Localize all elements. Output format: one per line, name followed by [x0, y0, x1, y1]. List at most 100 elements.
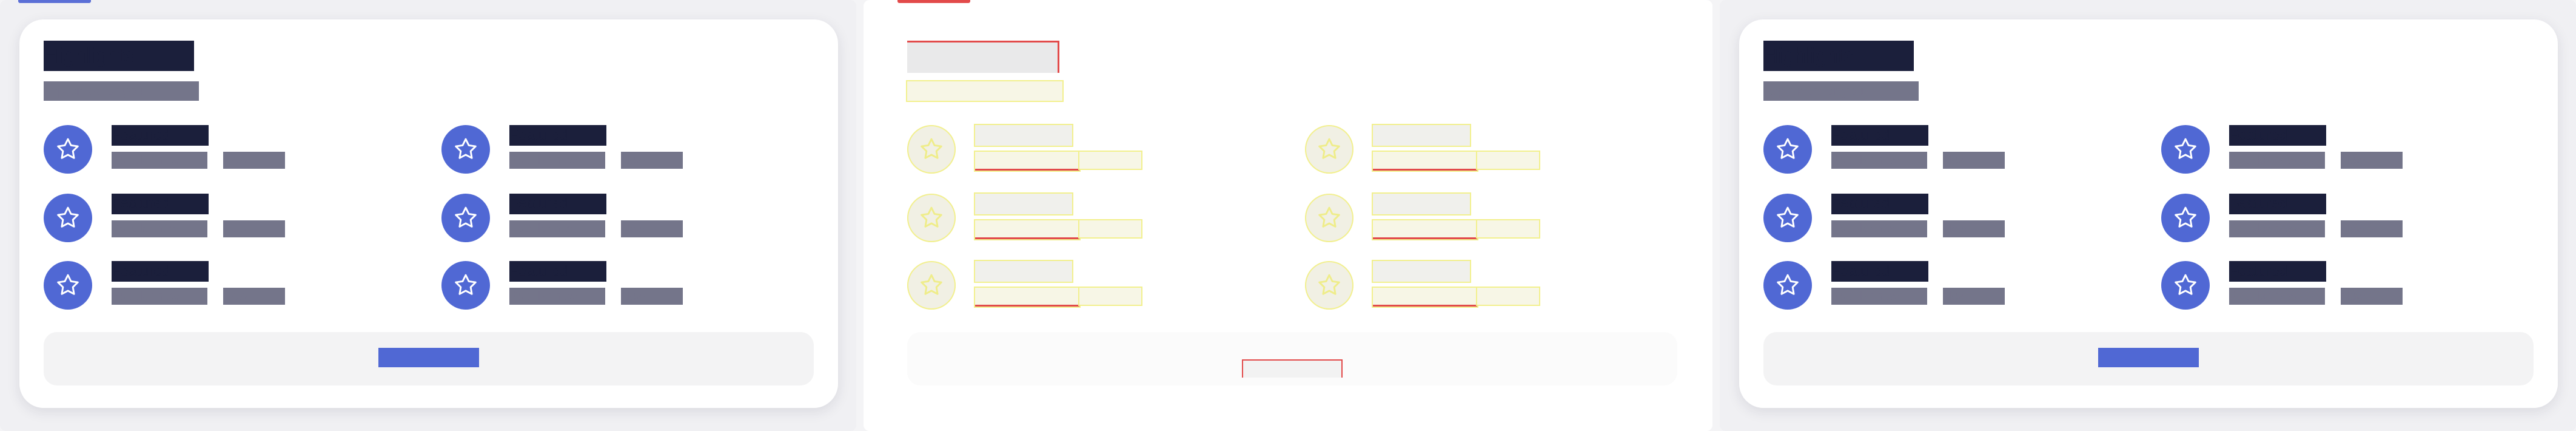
view-all-button[interactable]: [1242, 359, 1343, 378]
star-icon: [2161, 125, 2210, 174]
item-title: [974, 124, 1073, 147]
list-item[interactable]: [1305, 120, 1620, 178]
list-item[interactable]: Featured Popular now New: [1763, 189, 2079, 247]
item-subtitle: [1372, 219, 1478, 240]
item-title: Featured: [112, 261, 209, 282]
card-title: Highlights: [44, 41, 194, 71]
item-tag: New: [2341, 288, 2403, 305]
item-title: Featured: [2229, 125, 2326, 146]
item-tag: [1476, 219, 1540, 239]
item-tag: New: [223, 152, 285, 169]
item-title: [1372, 124, 1471, 147]
item-title: Featured: [1831, 261, 1928, 282]
card-title: Highlights: [1763, 41, 1914, 71]
item-subtitle: Popular now: [509, 288, 605, 305]
star-icon: [1305, 261, 1353, 310]
star-icon: [44, 125, 92, 174]
item-title: Featured: [112, 194, 209, 214]
star-icon: [441, 125, 490, 174]
item-tag: [1078, 287, 1142, 306]
card-footer: [907, 332, 1677, 385]
star-icon: [441, 261, 490, 310]
list-item[interactable]: Featured Popular now New: [2161, 256, 2477, 314]
item-tag: New: [1943, 288, 2005, 305]
item-title: [1372, 260, 1471, 283]
item-tag: New: [621, 220, 683, 237]
card-subtitle: Top picks for you: [1763, 81, 1919, 101]
star-icon: [2161, 194, 2210, 242]
item-tag: New: [2341, 152, 2403, 169]
list-item[interactable]: [907, 256, 1223, 314]
star-icon: [1305, 125, 1353, 174]
list-item[interactable]: Featured Popular now New: [441, 189, 757, 247]
list-item[interactable]: Featured Popular now New: [44, 189, 359, 247]
card-title: [907, 41, 1059, 73]
item-tag: [1476, 287, 1540, 306]
preview-panel-middle: [864, 0, 1712, 431]
item-subtitle: Popular now: [112, 220, 207, 237]
active-tab-indicator: [897, 0, 970, 3]
item-tag: New: [223, 288, 285, 305]
list-item[interactable]: [907, 120, 1223, 178]
card-footer: View all: [44, 332, 814, 385]
star-icon: [907, 261, 956, 310]
star-icon: [1763, 194, 1812, 242]
item-title: Featured: [112, 125, 209, 146]
list-item[interactable]: Featured Popular now New: [441, 256, 757, 314]
item-title: Featured: [2229, 261, 2326, 282]
star-icon: [907, 194, 956, 242]
item-subtitle: Popular now: [1831, 220, 1927, 237]
star-icon: [1305, 194, 1353, 242]
item-tag: [1476, 151, 1540, 170]
highlights-card: Highlights Top picks for you Featured Po…: [1739, 19, 2558, 408]
item-subtitle: [974, 287, 1081, 308]
item-subtitle: Popular now: [112, 152, 207, 169]
item-title: Featured: [509, 125, 606, 146]
item-title: [974, 192, 1073, 216]
star-icon: [441, 194, 490, 242]
item-tag: New: [621, 288, 683, 305]
item-title: [1372, 192, 1471, 216]
card-subtitle: Top picks for you: [44, 81, 199, 101]
item-title: [974, 260, 1073, 283]
item-subtitle: Popular now: [509, 152, 605, 169]
card-footer: View all: [1763, 332, 2534, 385]
highlights-card-placeholder: [883, 19, 1702, 408]
list-item[interactable]: Featured Popular now New: [2161, 120, 2477, 178]
star-icon: [1763, 125, 1812, 174]
item-subtitle: [1372, 151, 1478, 172]
item-subtitle: Popular now: [112, 288, 207, 305]
list-item[interactable]: Featured Popular now New: [44, 120, 359, 178]
item-title: Featured: [2229, 194, 2326, 214]
item-tag: New: [2341, 220, 2403, 237]
view-all-button[interactable]: View all: [2098, 348, 2199, 367]
item-subtitle: Popular now: [1831, 152, 1927, 169]
item-tag: New: [223, 220, 285, 237]
item-subtitle: [974, 151, 1081, 172]
list-item[interactable]: Featured Popular now New: [44, 256, 359, 314]
item-title: Featured: [1831, 194, 1928, 214]
list-item[interactable]: Featured Popular now New: [441, 120, 757, 178]
item-subtitle: [1372, 287, 1478, 308]
list-item[interactable]: Featured Popular now New: [1763, 120, 2079, 178]
list-item[interactable]: [1305, 256, 1620, 314]
item-subtitle: Popular now: [1831, 288, 1927, 305]
item-title: Featured: [1831, 125, 1928, 146]
item-subtitle: Popular now: [2229, 220, 2325, 237]
item-tag: [1078, 151, 1142, 170]
view-all-button[interactable]: View all: [378, 348, 479, 367]
star-icon: [907, 125, 956, 174]
item-title: Featured: [509, 194, 606, 214]
star-icon: [44, 261, 92, 310]
list-item[interactable]: [907, 189, 1223, 247]
item-tag: [1078, 219, 1142, 239]
preview-panel-left: Highlights Top picks for you Featured Po…: [0, 0, 856, 431]
item-subtitle: Popular now: [2229, 152, 2325, 169]
item-subtitle: [974, 219, 1081, 240]
list-item[interactable]: Featured Popular now New: [1763, 256, 2079, 314]
item-title: Featured: [509, 261, 606, 282]
list-item[interactable]: Featured Popular now New: [2161, 189, 2477, 247]
star-icon: [2161, 261, 2210, 310]
list-item[interactable]: [1305, 189, 1620, 247]
item-tag: New: [1943, 220, 2005, 237]
